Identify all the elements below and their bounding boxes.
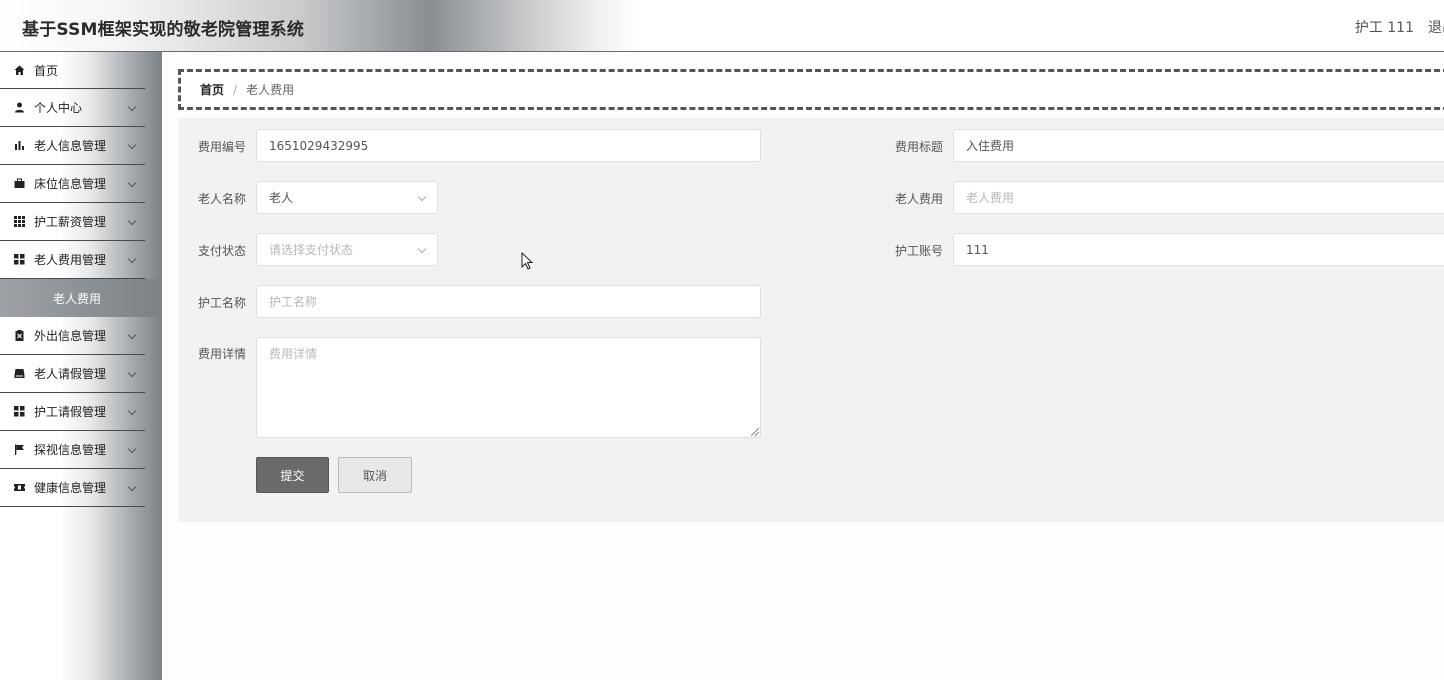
breadcrumb-home[interactable]: 首页 <box>200 81 224 98</box>
sidebar-item-bed-info[interactable]: 床位信息管理 <box>0 165 145 203</box>
fee-detail-label: 费用详情 <box>198 347 247 361</box>
elder-name-value: 老人 <box>269 191 294 205</box>
elder-fee-input[interactable]: 老人费用 <box>953 181 1444 214</box>
sidebar-item-label: 床位信息管理 <box>34 177 107 191</box>
elder-fee-label: 老人费用 <box>895 192 944 206</box>
inbox-icon <box>14 368 25 379</box>
chevron-down-icon <box>127 102 137 112</box>
sidebar-item-elder-fee[interactable]: 老人费用管理 <box>0 241 145 279</box>
fee-detail-placeholder: 费用详情 <box>269 347 318 361</box>
pay-status-label: 支付状态 <box>198 244 247 258</box>
chevron-down-icon <box>127 368 137 378</box>
current-user: 护工 111 <box>1354 20 1414 36</box>
sidebar-item-label: 健康信息管理 <box>34 481 107 495</box>
briefcase-icon <box>14 178 25 189</box>
sidebar: 首页 个人中心 老人信息管理 床位信息管理 护工薪资管理 老人费用管理 老人费用… <box>0 52 162 680</box>
user-icon <box>14 102 25 113</box>
sidebar-item-outing-info[interactable]: 外出信息管理 <box>0 317 145 355</box>
nurse-name-input[interactable]: 护工名称 <box>256 285 761 318</box>
chevron-down-icon <box>127 254 137 264</box>
nurse-account-label: 护工账号 <box>895 244 944 258</box>
sidebar-item-label: 探视信息管理 <box>34 443 107 457</box>
ticket-icon <box>14 482 25 493</box>
sidebar-subitem-elder-fee[interactable]: 老人费用 <box>0 279 162 317</box>
sidebar-item-elder-leave[interactable]: 老人请假管理 <box>0 355 145 393</box>
nurse-name-label: 护工名称 <box>198 296 247 310</box>
chevron-down-icon <box>127 482 137 492</box>
breadcrumb-separator: / <box>233 82 238 97</box>
mouse-pointer-icon <box>521 252 533 270</box>
app-title: 基于SSM框架实现的敬老院管理系统 <box>22 20 305 40</box>
bar-chart-icon <box>14 140 25 151</box>
sidebar-item-label: 个人中心 <box>34 101 83 115</box>
top-header: 基于SSM框架实现的敬老院管理系统 护工 111 退出 <box>0 0 1444 52</box>
fee-no-input[interactable]: 1651029432995 <box>256 129 761 162</box>
sidebar-item-label: 护工薪资管理 <box>34 215 107 229</box>
sidebar-item-label: 外出信息管理 <box>34 329 107 343</box>
logout-link[interactable]: 退出 <box>1428 17 1444 37</box>
breadcrumb-current: 老人费用 <box>246 83 295 97</box>
resize-handle-icon[interactable] <box>751 428 759 436</box>
fee-title-label: 费用标题 <box>895 140 944 154</box>
sidebar-item-visit-info[interactable]: 探视信息管理 <box>0 431 145 469</box>
chevron-down-icon <box>127 444 137 454</box>
fee-no-label: 费用编号 <box>198 140 247 154</box>
breadcrumb: 首页 / 老人费用 <box>178 69 1444 110</box>
flag-icon <box>14 444 25 455</box>
sidebar-item-label: 老人请假管理 <box>34 367 107 381</box>
header-user-area: 护工 111 退出 <box>1355 17 1444 37</box>
pay-status-placeholder: 请选择支付状态 <box>269 243 354 257</box>
sidebar-item-label: 老人费用管理 <box>34 253 107 267</box>
chevron-down-icon <box>127 330 137 340</box>
sidebar-item-home[interactable]: 首页 <box>0 52 145 89</box>
chevron-down-icon <box>127 178 137 188</box>
sidebar-item-elder-info[interactable]: 老人信息管理 <box>0 127 145 165</box>
cancel-button[interactable]: 取消 <box>338 457 412 493</box>
chevron-down-icon <box>417 244 427 254</box>
clipboard-icon <box>14 330 25 341</box>
sidebar-item-personal-center[interactable]: 个人中心 <box>0 89 145 127</box>
elder-name-select[interactable]: 老人 <box>256 181 438 214</box>
nurse-account-input[interactable]: 111 <box>953 233 1444 266</box>
sidebar-item-nurse-leave[interactable]: 护工请假管理 <box>0 393 145 431</box>
fee-form: 费用编号 1651029432995 费用标题 入住费用 老人名称 老人 老人费… <box>178 118 1444 522</box>
submit-button[interactable]: 提交 <box>256 457 329 493</box>
chevron-down-icon <box>127 140 137 150</box>
dashboard-icon <box>14 406 25 417</box>
chevron-down-icon <box>127 406 137 416</box>
grid-icon <box>14 216 25 227</box>
home-icon <box>14 65 25 76</box>
sidebar-item-health-info[interactable]: 健康信息管理 <box>0 469 145 507</box>
chevron-down-icon <box>417 192 427 202</box>
pay-status-select[interactable]: 请选择支付状态 <box>256 233 438 266</box>
dashboard-icon <box>14 254 25 265</box>
chevron-down-icon <box>127 216 137 226</box>
sidebar-item-label: 护工请假管理 <box>34 405 107 419</box>
sidebar-item-nurse-salary[interactable]: 护工薪资管理 <box>0 203 145 241</box>
fee-detail-textarea[interactable]: 费用详情 <box>256 337 761 438</box>
sidebar-item-label: 老人信息管理 <box>34 139 107 153</box>
elder-name-label: 老人名称 <box>198 192 247 206</box>
sidebar-item-label: 首页 <box>34 63 59 78</box>
fee-title-input[interactable]: 入住费用 <box>953 129 1444 162</box>
